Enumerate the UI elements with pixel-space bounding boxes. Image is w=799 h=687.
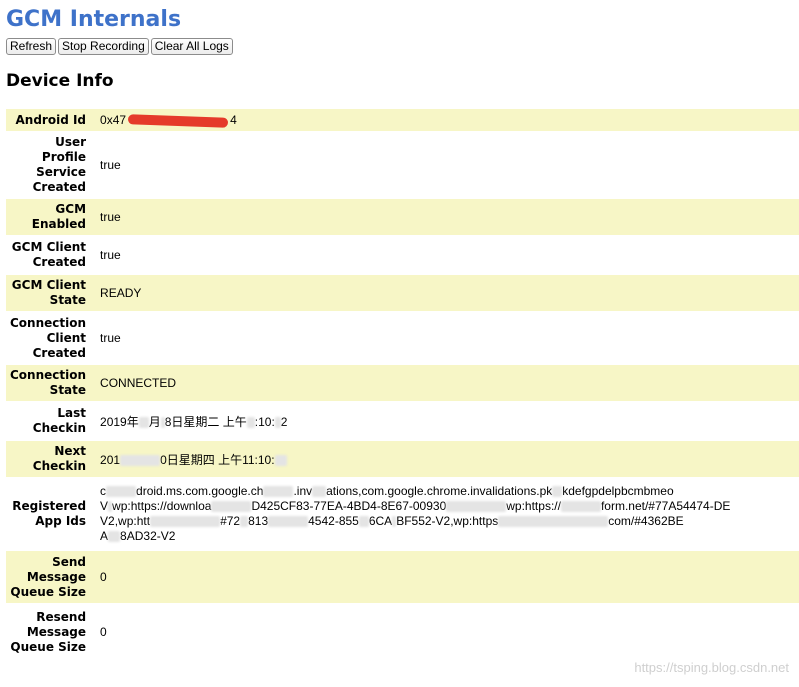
page-title: GCM Internals xyxy=(6,7,182,32)
app-ids-line: A 8AD32-V2 xyxy=(100,529,795,544)
row-gcm-enabled: GCM Enabled true xyxy=(6,199,799,235)
app-ids-line: c droid.ms.com.google.ch .inv ations,com.go… xyxy=(100,484,795,499)
blurred-text xyxy=(240,516,249,528)
label-registered-app-ids: Registered App Ids xyxy=(6,479,97,549)
refresh-button[interactable]: Refresh xyxy=(6,38,57,55)
value-connection-client-created: true xyxy=(96,313,799,363)
value-last-checkin: 2019年月 8日星期二 上午 :10: 2 xyxy=(96,403,799,439)
app-ids-text: BF552-V2,wp:https xyxy=(396,514,499,528)
blurred-text xyxy=(246,416,255,428)
label-gcm-client-created: GCM Client Created xyxy=(6,237,97,273)
label-connection-state: Connection State xyxy=(6,365,97,401)
label-user-profile-service-created: User Profile Service Created xyxy=(6,133,97,197)
value-gcm-client-state: READY xyxy=(96,275,799,311)
row-gcm-client-state: GCM Client State READY xyxy=(6,275,799,311)
row-resend-message-queue-size: Resend Message Queue Size 0 xyxy=(6,605,799,659)
value-connection-state: CONNECTED xyxy=(96,365,799,401)
last-checkin-part: 2 xyxy=(280,414,288,429)
redaction-mark xyxy=(127,114,229,128)
blurred-text xyxy=(263,486,294,498)
label-connection-client-created: Connection Client Created xyxy=(6,313,97,363)
row-connection-state: Connection State CONNECTED xyxy=(6,365,799,401)
row-android-id: Android Id 0x47 4 xyxy=(6,109,799,131)
blurred-text xyxy=(498,516,609,528)
stop-recording-button[interactable]: Stop Recording xyxy=(58,38,149,55)
row-next-checkin: Next Checkin 201 0日星期四 上午11:10: xyxy=(6,441,799,477)
next-checkin-part: 0日星期四 上午11:10: xyxy=(160,452,275,467)
last-checkin-part: :10: xyxy=(254,414,275,429)
blurred-text xyxy=(138,416,149,428)
value-android-id: 0x47 4 xyxy=(96,109,799,131)
row-gcm-client-created: GCM Client Created true xyxy=(6,237,799,273)
row-registered-app-ids: Registered App Ids c droid.ms.com.google.… xyxy=(6,479,799,549)
app-ids-line: Vwp:https://downloa D425CF83-77EA-4BD4-8E… xyxy=(100,499,795,514)
app-ids-text: ations,com.google.chrome.invalidations.p… xyxy=(326,484,553,498)
blurred-text xyxy=(274,454,287,466)
app-ids-text: 4542-855 xyxy=(308,514,359,528)
app-ids-text: droid.ms.com.google.ch xyxy=(136,484,264,498)
value-send-message-queue-size: 0 xyxy=(96,551,799,603)
blurred-text xyxy=(120,454,161,466)
last-checkin-part: 8日星期二 上午 xyxy=(164,414,247,429)
app-ids-text: V2,wp:htt xyxy=(100,514,151,528)
app-ids-text: .inv xyxy=(293,484,313,498)
clear-all-logs-button[interactable]: Clear All Logs xyxy=(150,38,233,55)
row-connection-client-created: Connection Client Created true xyxy=(6,313,799,363)
app-ids-text: 813 xyxy=(248,514,269,528)
value-next-checkin: 201 0日星期四 上午11:10: xyxy=(96,441,799,477)
last-checkin-part: 2019年 xyxy=(100,414,139,429)
value-resend-message-queue-size: 0 xyxy=(96,605,799,659)
label-gcm-client-state: GCM Client State xyxy=(6,275,97,311)
blurred-text xyxy=(106,486,137,498)
app-ids-text: 6CA xyxy=(368,514,393,528)
app-ids-text: wp:https://downloa xyxy=(112,499,212,513)
app-ids-text: wp:https:// xyxy=(506,499,561,513)
app-ids-text: 8AD32-V2 xyxy=(120,529,176,543)
label-android-id: Android Id xyxy=(6,109,97,131)
blurred-text xyxy=(268,516,309,528)
value-registered-app-ids: c droid.ms.com.google.ch .inv ations,com.go… xyxy=(96,479,799,549)
app-ids-text: A xyxy=(100,529,109,543)
blurred-text xyxy=(560,501,601,513)
label-last-checkin: Last Checkin xyxy=(6,403,97,439)
blurred-text xyxy=(312,486,327,498)
next-checkin-part: 201 xyxy=(100,452,121,467)
device-info-table: Android Id 0x47 4 User Profile Service Cr… xyxy=(6,107,799,661)
label-send-message-queue-size: Send Message Queue Size xyxy=(6,551,97,603)
row-user-profile-service-created: User Profile Service Created true xyxy=(6,133,799,197)
blurred-text xyxy=(552,486,563,498)
row-last-checkin: Last Checkin 2019年月 8日星期二 上午 :10: 2 xyxy=(6,403,799,439)
android-id-prefix: 0x47 xyxy=(100,113,127,127)
watermark: https://tsping.blog.csdn.net xyxy=(634,660,789,675)
app-ids-text: form.net/#77A54474-DE xyxy=(600,499,731,513)
value-gcm-client-created: true xyxy=(96,237,799,273)
value-user-profile-service-created: true xyxy=(96,133,799,197)
blurred-text xyxy=(150,516,221,528)
blurred-text xyxy=(392,516,397,528)
app-ids-line: V2,wp:htt #72 813 4542-855 6CA BF552-V2,wp:ht… xyxy=(100,514,795,529)
row-send-message-queue-size: Send Message Queue Size 0 xyxy=(6,551,799,603)
blurred-text xyxy=(446,501,507,513)
blurred-text xyxy=(108,501,113,513)
value-gcm-enabled: true xyxy=(96,199,799,235)
app-ids-text: V xyxy=(100,499,109,513)
app-ids-text: D425CF83-77EA-4BD4-8E67-00930 xyxy=(251,499,447,513)
blurred-text xyxy=(358,516,369,528)
label-resend-message-queue-size: Resend Message Queue Size xyxy=(6,605,97,659)
app-ids-text: #72 xyxy=(220,514,241,528)
label-next-checkin: Next Checkin xyxy=(6,441,97,477)
label-gcm-enabled: GCM Enabled xyxy=(6,199,97,235)
last-checkin-part: 月 xyxy=(148,414,161,429)
app-ids-text: com/#4362BE xyxy=(608,514,684,528)
app-ids-text: kdefgpdelpbcmbmeo xyxy=(562,484,674,498)
toolbar: Refresh Stop Recording Clear All Logs xyxy=(6,38,799,55)
blurred-text xyxy=(160,416,165,428)
blurred-text xyxy=(211,501,252,513)
blurred-text xyxy=(108,531,121,543)
blurred-text xyxy=(274,416,281,428)
section-title-device-info: Device Info xyxy=(6,71,114,91)
android-id-suffix: 4 xyxy=(230,113,237,127)
